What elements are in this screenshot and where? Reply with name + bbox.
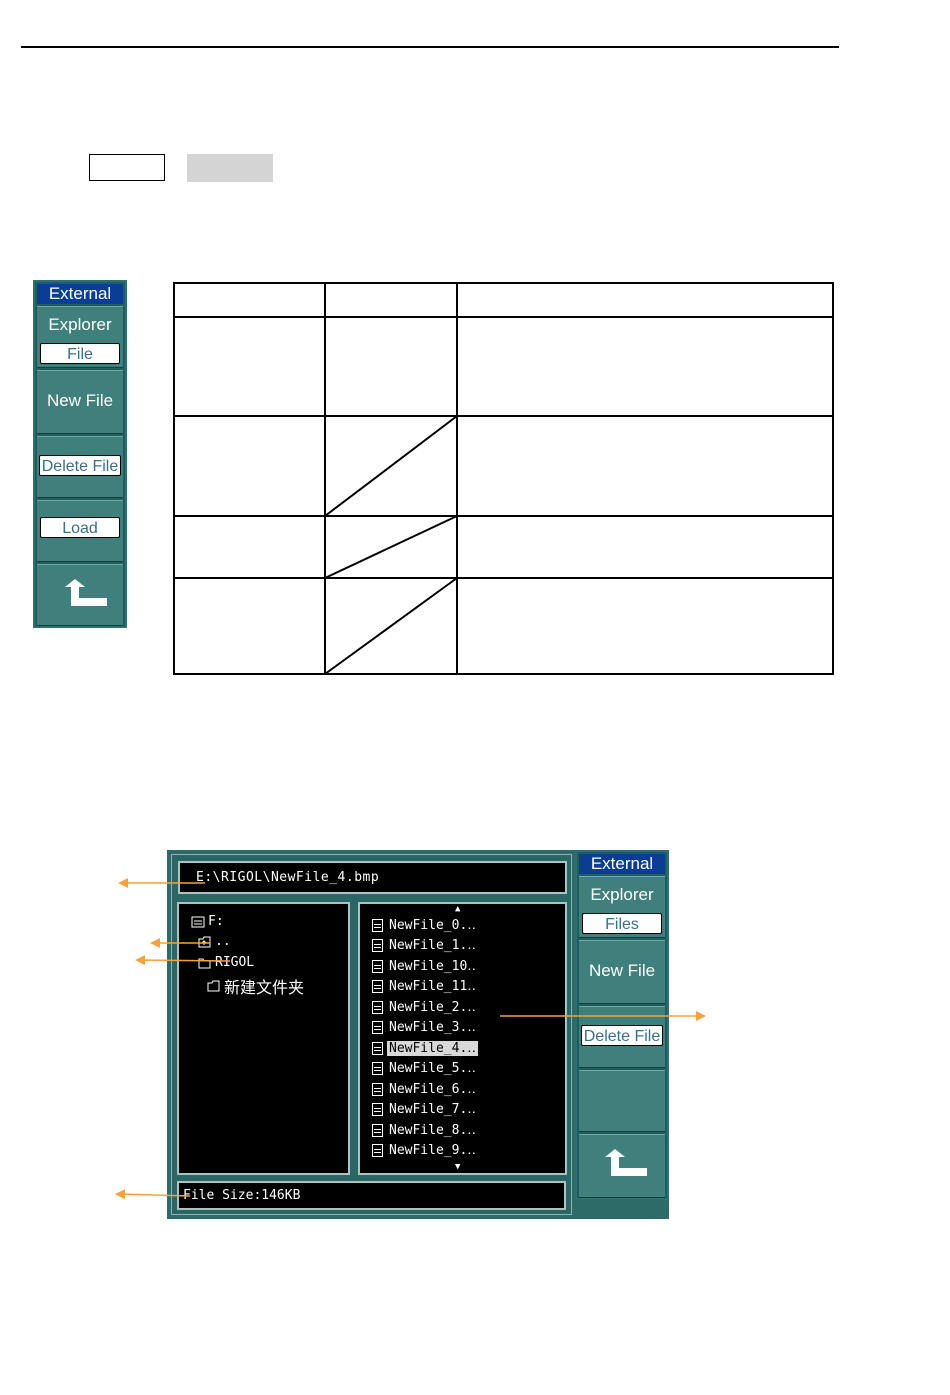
tree-item-parent[interactable]: .. xyxy=(198,934,231,949)
file-name: NewFile_11‥ xyxy=(389,979,476,994)
file-list-item[interactable]: NewFile_3.‥ xyxy=(372,1019,478,1037)
document-icon xyxy=(372,1123,383,1137)
file-size-text: File Size:146KB xyxy=(183,1188,301,1203)
directory-tree[interactable]: F: .. RIGOL 新建文件夹 xyxy=(177,902,350,1175)
drive-icon xyxy=(191,916,205,927)
tree-item-rigol[interactable]: RIGOL xyxy=(198,955,254,970)
explorer-button[interactable]: Explorer File xyxy=(37,306,123,368)
delete-file-chip: Delete File xyxy=(581,1025,663,1046)
file-list[interactable]: ▲ NewFile_0.‥ NewFile_1.‥ NewFile_10‥ NewFi… xyxy=(358,902,567,1175)
menu-description-table xyxy=(173,282,834,675)
file-explorer-screen: E:\RIGOL\NewFile_4.bmp F: .. RIGOL 新建文件夹… xyxy=(167,850,669,1219)
tree-item-drive[interactable]: F: xyxy=(191,914,224,929)
file-name: NewFile_1.‥ xyxy=(389,938,476,953)
file-name: NewFile_9.‥ xyxy=(389,1143,476,1158)
document-icon xyxy=(372,959,383,973)
file-size-bar: File Size:146KB xyxy=(177,1181,566,1210)
explorer-value-chip: Files xyxy=(582,913,662,934)
document-icon xyxy=(372,1062,383,1075)
file-list-item[interactable]: NewFile_7.‥ xyxy=(372,1101,478,1119)
scroll-up-icon[interactable]: ▲ xyxy=(455,904,460,914)
delete-file-chip: Delete File xyxy=(39,455,121,476)
new-file-button[interactable]: New File xyxy=(37,370,123,434)
file-name: NewFile_2.‥ xyxy=(389,999,476,1015)
header-rule xyxy=(21,46,839,48)
return-arrow-icon xyxy=(65,579,107,606)
document-icon xyxy=(372,1000,383,1014)
file-list-item[interactable]: NewFile_6.‥ xyxy=(372,1080,478,1098)
document-icon xyxy=(372,980,383,993)
file-list-item[interactable]: NewFile_0.‥ xyxy=(372,916,478,934)
explorer-panel: E:\RIGOL\NewFile_4.bmp F: .. RIGOL 新建文件夹… xyxy=(171,854,572,1215)
blank-menu-button[interactable] xyxy=(579,1070,665,1132)
empty-cell-diagonal xyxy=(324,415,458,517)
folder-up-icon xyxy=(198,936,211,947)
document-icon xyxy=(372,939,383,952)
file-list-item[interactable]: NewFile_9.‥ xyxy=(372,1142,478,1160)
folder-icon xyxy=(207,980,220,992)
tree-item-label: 新建文件夹 xyxy=(224,978,305,997)
explorer-label: Explorer xyxy=(48,315,112,334)
file-name: NewFile_7.‥ xyxy=(389,1102,476,1117)
document-icon xyxy=(372,918,383,932)
document-icon xyxy=(372,1041,383,1055)
front-panel-key-box xyxy=(89,154,165,181)
document-icon xyxy=(372,1103,383,1116)
file-list-item[interactable]: NewFile_8.‥ xyxy=(372,1121,478,1139)
tree-item-label: RIGOL xyxy=(215,955,255,970)
delete-file-button[interactable]: Delete File xyxy=(579,1006,665,1068)
tree-item-label: .. xyxy=(215,934,231,949)
path-bar: E:\RIGOL\NewFile_4.bmp xyxy=(178,861,567,894)
file-list-item[interactable]: NewFile_2.‥ xyxy=(372,998,478,1016)
file-list-item[interactable]: NewFile_1.‥ xyxy=(372,937,478,955)
return-arrow-icon xyxy=(605,1149,647,1176)
explorer-label: Explorer xyxy=(590,885,654,904)
empty-cell-diagonal xyxy=(324,515,458,579)
return-button[interactable] xyxy=(579,1134,665,1198)
scroll-down-icon[interactable]: ▼ xyxy=(455,1162,460,1172)
current-path: E:\RIGOL\NewFile_4.bmp xyxy=(196,870,380,885)
file-name: NewFile_8.‥ xyxy=(389,1122,476,1138)
new-file-button[interactable]: New File xyxy=(579,940,665,1004)
file-list-item[interactable]: NewFile_5.‥ xyxy=(372,1060,478,1078)
delete-file-button[interactable]: Delete File xyxy=(37,436,123,498)
menu-title: External xyxy=(37,284,123,304)
document-icon xyxy=(372,1144,383,1157)
tree-item-label: F: xyxy=(208,914,224,929)
load-button[interactable]: Load xyxy=(37,500,123,562)
document-icon xyxy=(372,1021,383,1034)
file-name: NewFile_3.‥ xyxy=(389,1020,476,1035)
load-chip: Load xyxy=(40,517,120,538)
file-name: NewFile_10‥ xyxy=(389,958,476,974)
tree-item-new-folder[interactable]: 新建文件夹 xyxy=(207,974,304,998)
explorer-value-chip: File xyxy=(40,343,120,364)
screen-soft-menu: External Explorer Files New File Delete … xyxy=(575,850,669,1200)
file-list-item[interactable]: NewFile_4.‥ xyxy=(372,1039,478,1057)
file-name: NewFile_5.‥ xyxy=(389,1061,476,1076)
empty-cell-diagonal xyxy=(324,577,458,675)
new-file-label: New File xyxy=(588,961,656,980)
external-soft-menu: External Explorer File New File Delete F… xyxy=(33,280,127,628)
file-list-item[interactable]: NewFile_11‥ xyxy=(372,978,478,996)
file-list-item[interactable]: NewFile_10‥ xyxy=(372,957,478,975)
file-name: NewFile_0.‥ xyxy=(389,917,476,933)
file-name: NewFile_6.‥ xyxy=(389,1081,476,1097)
document-icon xyxy=(372,1082,383,1096)
return-button[interactable] xyxy=(37,564,123,626)
new-file-label: New File xyxy=(46,391,114,410)
explorer-button[interactable]: Explorer Files xyxy=(579,876,665,938)
file-name: NewFile_4.‥ xyxy=(387,1040,478,1056)
menu-title: External xyxy=(579,854,665,874)
menu-key-grey-box xyxy=(187,154,273,182)
folder-open-icon xyxy=(198,958,211,968)
